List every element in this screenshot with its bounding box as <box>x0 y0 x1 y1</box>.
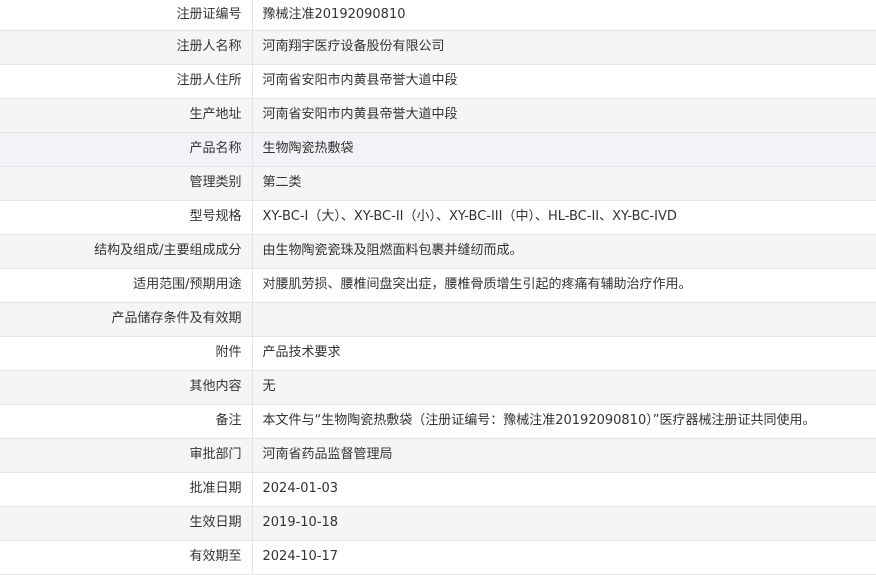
row-value: 生物陶瓷热敷袋 <box>252 132 876 167</box>
table-row-product-name: 产品名称 生物陶瓷热敷袋 <box>0 132 876 167</box>
row-label: 结构及组成/主要组成成分 <box>0 234 253 269</box>
row-value: 第二类 <box>252 166 876 201</box>
table-row-registrant-name: 注册人名称 河南翔宇医疗设备股份有限公司 <box>0 30 876 65</box>
row-value: XY-BC-I（大）、XY-BC-II（小）、XY-BC-III（中）、HL-B… <box>252 200 876 235</box>
table-row-approval-department: 审批部门 河南省药品监督管理局 <box>0 438 876 473</box>
row-label: 产品名称 <box>0 132 253 167</box>
row-value: 产品技术要求 <box>252 336 876 371</box>
table-row-structure-composition: 结构及组成/主要组成成分 由生物陶瓷瓷珠及阻燃面料包裹并缝纫而成。 <box>0 234 876 269</box>
row-value: 河南翔宇医疗设备股份有限公司 <box>252 30 876 65</box>
table-row-storage-conditions: 产品储存条件及有效期 <box>0 302 876 337</box>
row-label: 型号规格 <box>0 200 253 235</box>
table-row-remarks: 备注 本文件与“生物陶瓷热敷袋（注册证编号：豫械注准20192090810）”医… <box>0 404 876 439</box>
row-label: 注册证编号 <box>0 0 253 31</box>
row-label: 其他内容 <box>0 370 253 405</box>
row-value: 2019-10-18 <box>252 506 876 541</box>
row-label: 生效日期 <box>0 506 253 541</box>
row-label: 备注 <box>0 404 253 439</box>
row-value: 无 <box>252 370 876 405</box>
row-value: 河南省药品监督管理局 <box>252 438 876 473</box>
row-value: 本文件与“生物陶瓷热敷袋（注册证编号：豫械注准20192090810）”医疗器械… <box>252 404 876 439</box>
row-label: 注册人名称 <box>0 30 253 65</box>
row-label: 注册人住所 <box>0 64 253 99</box>
row-label: 管理类别 <box>0 166 253 201</box>
row-label: 有效期至 <box>0 540 253 575</box>
row-value: 河南省安阳市内黄县帝誉大道中段 <box>252 64 876 99</box>
table-row-registration-number: 注册证编号 豫械注准20192090810 <box>0 0 876 31</box>
row-value: 对腰肌劳损、腰椎间盘突出症，腰椎骨质增生引起的疼痛有辅助治疗作用。 <box>252 268 876 303</box>
table-row-attachment: 附件 产品技术要求 <box>0 336 876 371</box>
table-row-management-category: 管理类别 第二类 <box>0 166 876 201</box>
row-label: 批准日期 <box>0 472 253 507</box>
table-row-intended-use: 适用范围/预期用途 对腰肌劳损、腰椎间盘突出症，腰椎骨质增生引起的疼痛有辅助治疗… <box>0 268 876 303</box>
row-value: 2024-01-03 <box>252 472 876 507</box>
table-row-model-spec: 型号规格 XY-BC-I（大）、XY-BC-II（小）、XY-BC-III（中）… <box>0 200 876 235</box>
registration-detail-table: 注册证编号 豫械注准20192090810 注册人名称 河南翔宇医疗设备股份有限… <box>0 0 876 575</box>
table-row-effective-date: 生效日期 2019-10-18 <box>0 506 876 541</box>
row-value: 河南省安阳市内黄县帝誉大道中段 <box>252 98 876 133</box>
table-row-approval-date: 批准日期 2024-01-03 <box>0 472 876 507</box>
table-row-other-content: 其他内容 无 <box>0 370 876 405</box>
table-row-valid-until: 有效期至 2024-10-17 <box>0 540 876 575</box>
row-value: 2024-10-17 <box>252 540 876 575</box>
row-value: 由生物陶瓷瓷珠及阻燃面料包裹并缝纫而成。 <box>252 234 876 269</box>
row-label: 产品储存条件及有效期 <box>0 302 253 337</box>
row-label: 附件 <box>0 336 253 371</box>
row-value <box>252 302 876 337</box>
table-row-production-address: 生产地址 河南省安阳市内黄县帝誉大道中段 <box>0 98 876 133</box>
table-row-registrant-address: 注册人住所 河南省安阳市内黄县帝誉大道中段 <box>0 64 876 99</box>
row-label: 审批部门 <box>0 438 253 473</box>
row-label: 适用范围/预期用途 <box>0 268 253 303</box>
row-label: 生产地址 <box>0 98 253 133</box>
row-value: 豫械注准20192090810 <box>252 0 876 31</box>
